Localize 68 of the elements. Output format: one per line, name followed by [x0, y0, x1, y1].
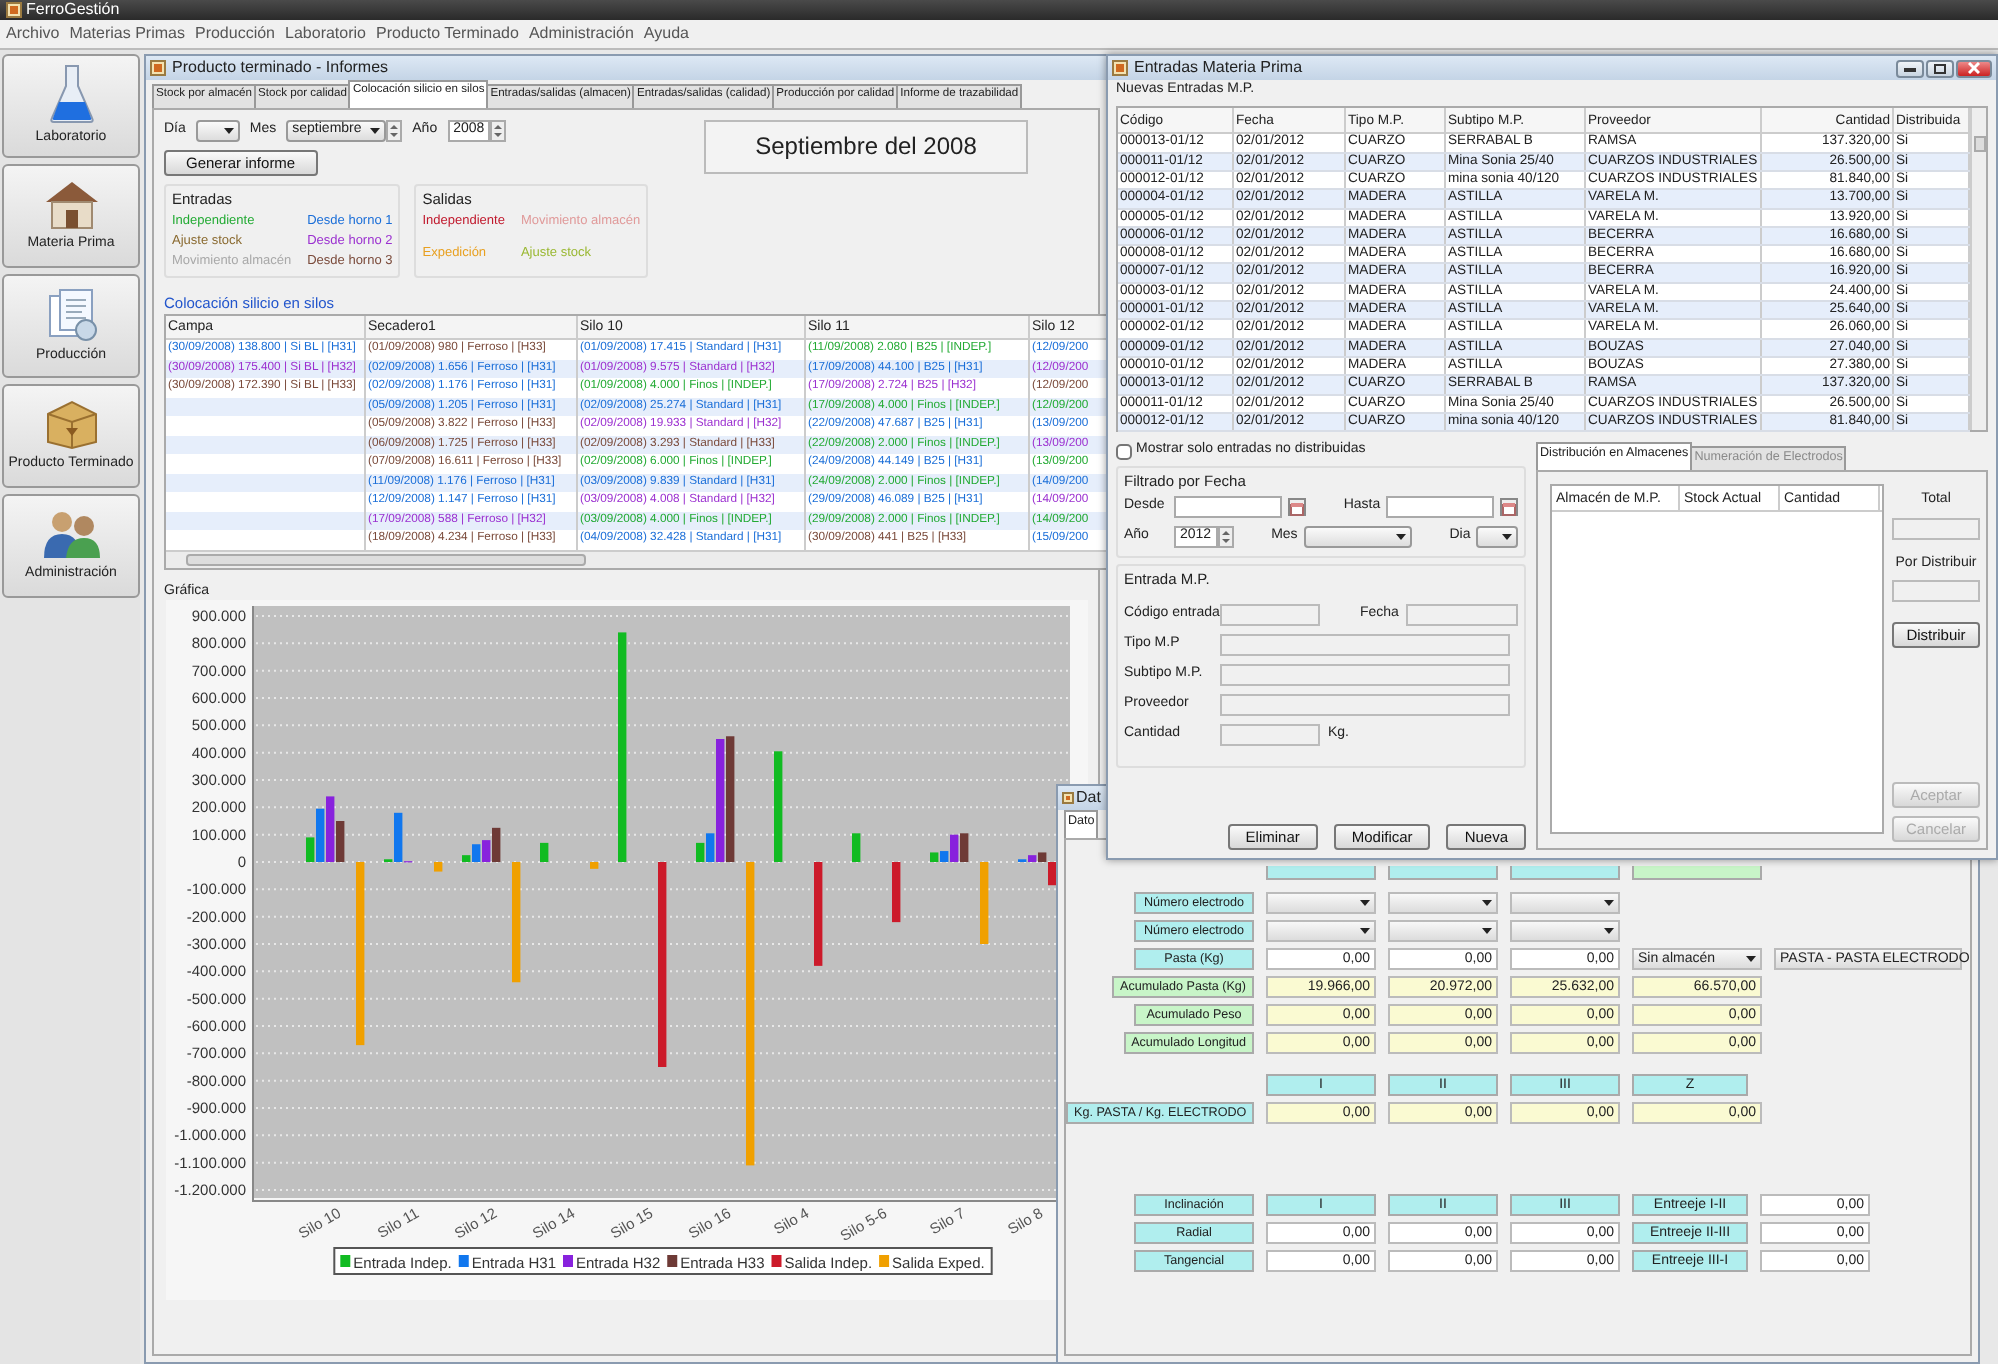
column-header: [1632, 866, 1762, 880]
people-icon: [41, 508, 101, 561]
maximize-icon: [1934, 63, 1946, 73]
documents-icon: [43, 286, 99, 343]
menu-item[interactable]: Laboratorio: [285, 24, 366, 44]
caret-icon: [1746, 956, 1756, 962]
menu-item[interactable]: Ayuda: [643, 24, 689, 44]
text-field[interactable]: [1892, 580, 1980, 603]
caret-icon: [1502, 533, 1512, 540]
menu-item[interactable]: Archivo: [6, 24, 60, 44]
column-header: [1388, 866, 1498, 880]
date-field[interactable]: [1386, 495, 1494, 518]
maximize-button[interactable]: [1926, 59, 1954, 77]
dropdown[interactable]: [1266, 920, 1376, 942]
house-icon: [41, 178, 101, 231]
date-field[interactable]: [1174, 495, 1282, 518]
caret-icon: [1482, 928, 1492, 934]
text-field[interactable]: [1220, 603, 1320, 626]
caret-icon: [1360, 928, 1370, 934]
app-icon: [150, 60, 166, 76]
text-field[interactable]: [1892, 517, 1980, 540]
app-icon: [1112, 60, 1128, 76]
caret-icon: [370, 128, 381, 134]
caret-icon: [1482, 900, 1492, 906]
flask-icon: [47, 64, 95, 125]
text-field[interactable]: [1220, 663, 1510, 686]
dropdown[interactable]: [1388, 892, 1498, 914]
dropdown[interactable]: [1266, 892, 1376, 914]
menu-item[interactable]: Materias Primas: [69, 24, 185, 44]
window-title: Dat: [1076, 788, 1101, 808]
dropdown[interactable]: [1510, 920, 1620, 942]
spin-button[interactable]: [490, 120, 507, 142]
menu-item[interactable]: Producto Terminado: [376, 24, 519, 44]
caret-icon: [223, 128, 234, 134]
report-title: Septiembre del 2008: [704, 120, 1028, 174]
caret-icon: [1604, 928, 1614, 934]
text-field[interactable]: [1220, 723, 1320, 746]
horizontal-scrollbar[interactable]: [166, 549, 1110, 568]
text-field[interactable]: [1220, 693, 1510, 716]
close-button[interactable]: [1956, 59, 1992, 77]
vertical-scrollbar[interactable]: [1970, 108, 1986, 431]
column-header: [1266, 866, 1376, 880]
window-title: Producto terminado - Informes: [172, 58, 389, 78]
spin-button[interactable]: [386, 120, 403, 142]
box-icon: [43, 398, 99, 451]
window-title: Entradas Materia Prima: [1134, 58, 1303, 78]
column-header: [1510, 866, 1620, 880]
caret-icon: [1395, 533, 1406, 540]
day-dropdown[interactable]: [195, 120, 240, 142]
menu-item[interactable]: Administración: [528, 24, 634, 44]
month-dropdown[interactable]: [1303, 525, 1412, 548]
caret-icon: [1604, 900, 1614, 906]
day-dropdown[interactable]: [1476, 525, 1518, 548]
dropdown[interactable]: [1510, 892, 1620, 914]
menu-item[interactable]: Producción: [194, 24, 276, 44]
minimize-icon: [1904, 64, 1916, 72]
caret-icon: [1360, 900, 1370, 906]
close-icon: [1968, 62, 1980, 74]
text-field[interactable]: [1406, 603, 1518, 626]
app-icon: [6, 2, 22, 18]
checkbox[interactable]: [1116, 443, 1132, 460]
app-title: FerroGestión: [26, 0, 120, 20]
minimize-button[interactable]: [1896, 59, 1924, 77]
calendar-button[interactable]: [1499, 497, 1518, 516]
calendar-button[interactable]: [1287, 497, 1306, 516]
dropdown[interactable]: [1388, 920, 1498, 942]
text-field[interactable]: [1220, 633, 1510, 656]
app-icon: [1062, 792, 1074, 804]
